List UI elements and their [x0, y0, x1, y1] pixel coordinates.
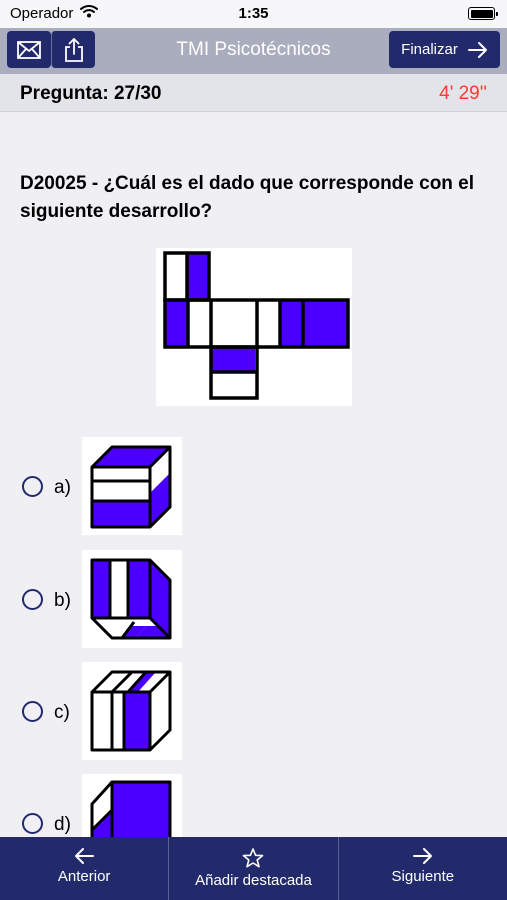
cube-image-a — [82, 437, 182, 535]
radio-button-d[interactable] — [22, 813, 43, 834]
add-favorite-label: Añadir destacada — [195, 872, 312, 889]
bottom-toolbar: Anterior Añadir destacada Siguiente — [0, 837, 507, 900]
option-b[interactable]: b) — [0, 549, 507, 649]
status-bar: Operador 1:35 — [0, 0, 507, 28]
option-a[interactable]: a) — [0, 436, 507, 536]
previous-label: Anterior — [57, 868, 111, 885]
clock: 1:35 — [238, 5, 269, 22]
app-title: TMI Psicotécnicos — [176, 39, 331, 60]
option-label-b: b) — [54, 590, 71, 611]
next-button[interactable]: Siguiente — [337, 837, 507, 900]
cube-image-c — [82, 662, 182, 760]
battery-icon — [468, 7, 498, 20]
arrow-right-icon — [412, 848, 432, 864]
arrow-left-icon — [75, 848, 95, 864]
cube-image-b — [82, 550, 182, 648]
arrow-right-icon — [467, 41, 487, 58]
add-favorite-button[interactable]: Añadir destacada — [168, 837, 337, 900]
mail-button[interactable] — [7, 31, 51, 68]
finalize-button[interactable]: Finalizar — [389, 31, 500, 68]
question-header: Pregunta: 27/30 4' 29'' — [0, 74, 507, 112]
next-label: Siguiente — [391, 868, 455, 885]
option-label-c: c) — [54, 702, 70, 723]
finalize-label: Finalizar — [401, 41, 458, 58]
radio-button-b[interactable] — [22, 589, 43, 610]
previous-button[interactable]: Anterior — [0, 837, 168, 900]
nav-bar: TMI Psicotécnicos Finalizar — [0, 28, 507, 74]
cube-net-figure — [156, 248, 352, 406]
share-button[interactable] — [51, 31, 95, 68]
share-icon — [64, 37, 83, 62]
option-c[interactable]: c) — [0, 661, 507, 761]
question-counter: Pregunta: 27/30 — [20, 83, 162, 104]
question-text: D20025 - ¿Cuál es el dado que correspond… — [20, 173, 475, 222]
radio-button-a[interactable] — [22, 476, 43, 497]
option-label-a: a) — [54, 477, 71, 498]
star-icon — [243, 848, 264, 868]
envelope-icon — [17, 40, 41, 59]
radio-button-c[interactable] — [22, 701, 43, 722]
countdown-timer: 4' 29'' — [439, 83, 487, 104]
option-label-d: d) — [54, 814, 71, 835]
